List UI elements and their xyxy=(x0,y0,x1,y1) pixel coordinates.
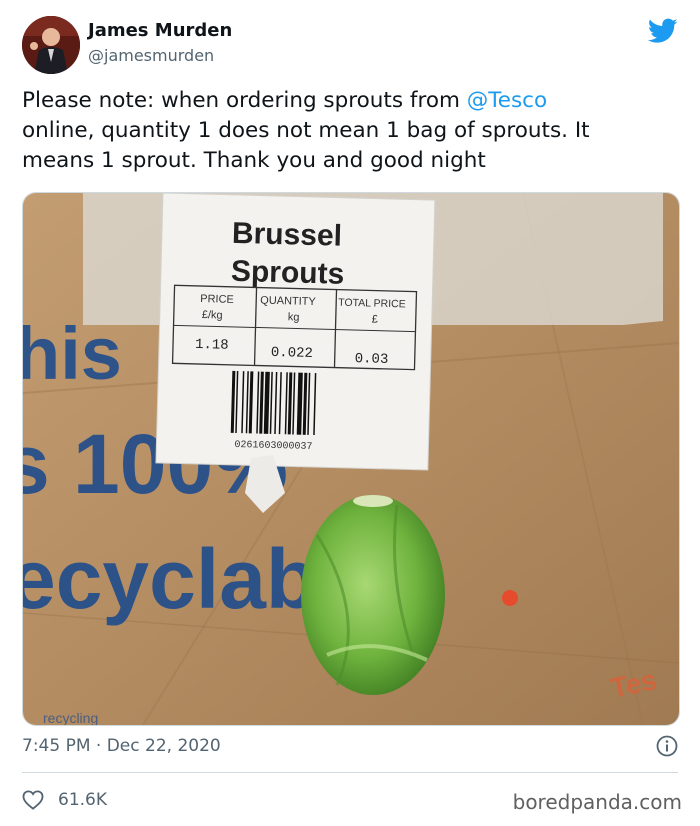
heart-icon xyxy=(22,790,44,810)
like-count: 61.6K xyxy=(58,790,107,810)
sprout xyxy=(301,495,445,695)
bag-text: recycling xyxy=(43,710,98,725)
author-name[interactable]: James Murden xyxy=(88,20,232,41)
barcode-number: 0261603000037 xyxy=(234,440,312,453)
mention-link[interactable]: @Tesco xyxy=(467,88,547,113)
price-label: Brussel Sprouts PRICE £/kg QUANTITY kg T… xyxy=(155,193,436,471)
tweet-text-line: means 1 sprout. Thank you and good night xyxy=(22,148,486,173)
tweet-photo[interactable]: his s 100% ecyclable. Tes recycling Brus… xyxy=(22,192,680,726)
tweet-header: James Murden @jamesmurden xyxy=(20,16,680,76)
twitter-bird-icon[interactable] xyxy=(648,18,678,44)
tweet-timestamp[interactable]: 7:45 PM · Dec 22, 2020 xyxy=(22,736,221,756)
info-icon[interactable] xyxy=(656,735,678,757)
total-value: 0.03 xyxy=(355,351,389,368)
quantity-value: 0.022 xyxy=(271,345,313,362)
table-header: QUANTITY xyxy=(260,295,317,308)
avatar[interactable] xyxy=(22,16,80,74)
divider xyxy=(22,772,678,773)
price-value: 1.18 xyxy=(195,337,229,354)
table-header: kg xyxy=(288,311,300,323)
tweet-text-part: Please note: when ordering sprouts from xyxy=(22,88,467,113)
like-button[interactable]: 61.6K xyxy=(22,788,107,812)
label-title: Sprouts xyxy=(231,255,345,291)
bag-text: his xyxy=(23,312,122,395)
author-handle[interactable]: @jamesmurden xyxy=(88,46,214,65)
table-header: £ xyxy=(372,314,378,326)
table-header: PRICE xyxy=(200,293,234,306)
tweet-text-line: online, quantity 1 does not mean 1 bag o… xyxy=(22,118,590,143)
label-title: Brussel xyxy=(232,217,343,253)
table-header: £/kg xyxy=(202,309,223,322)
table-header: TOTAL PRICE xyxy=(338,297,406,311)
watermark: boredpanda.com xyxy=(512,790,682,814)
tweet-text: Please note: when ordering sprouts from … xyxy=(22,86,682,176)
